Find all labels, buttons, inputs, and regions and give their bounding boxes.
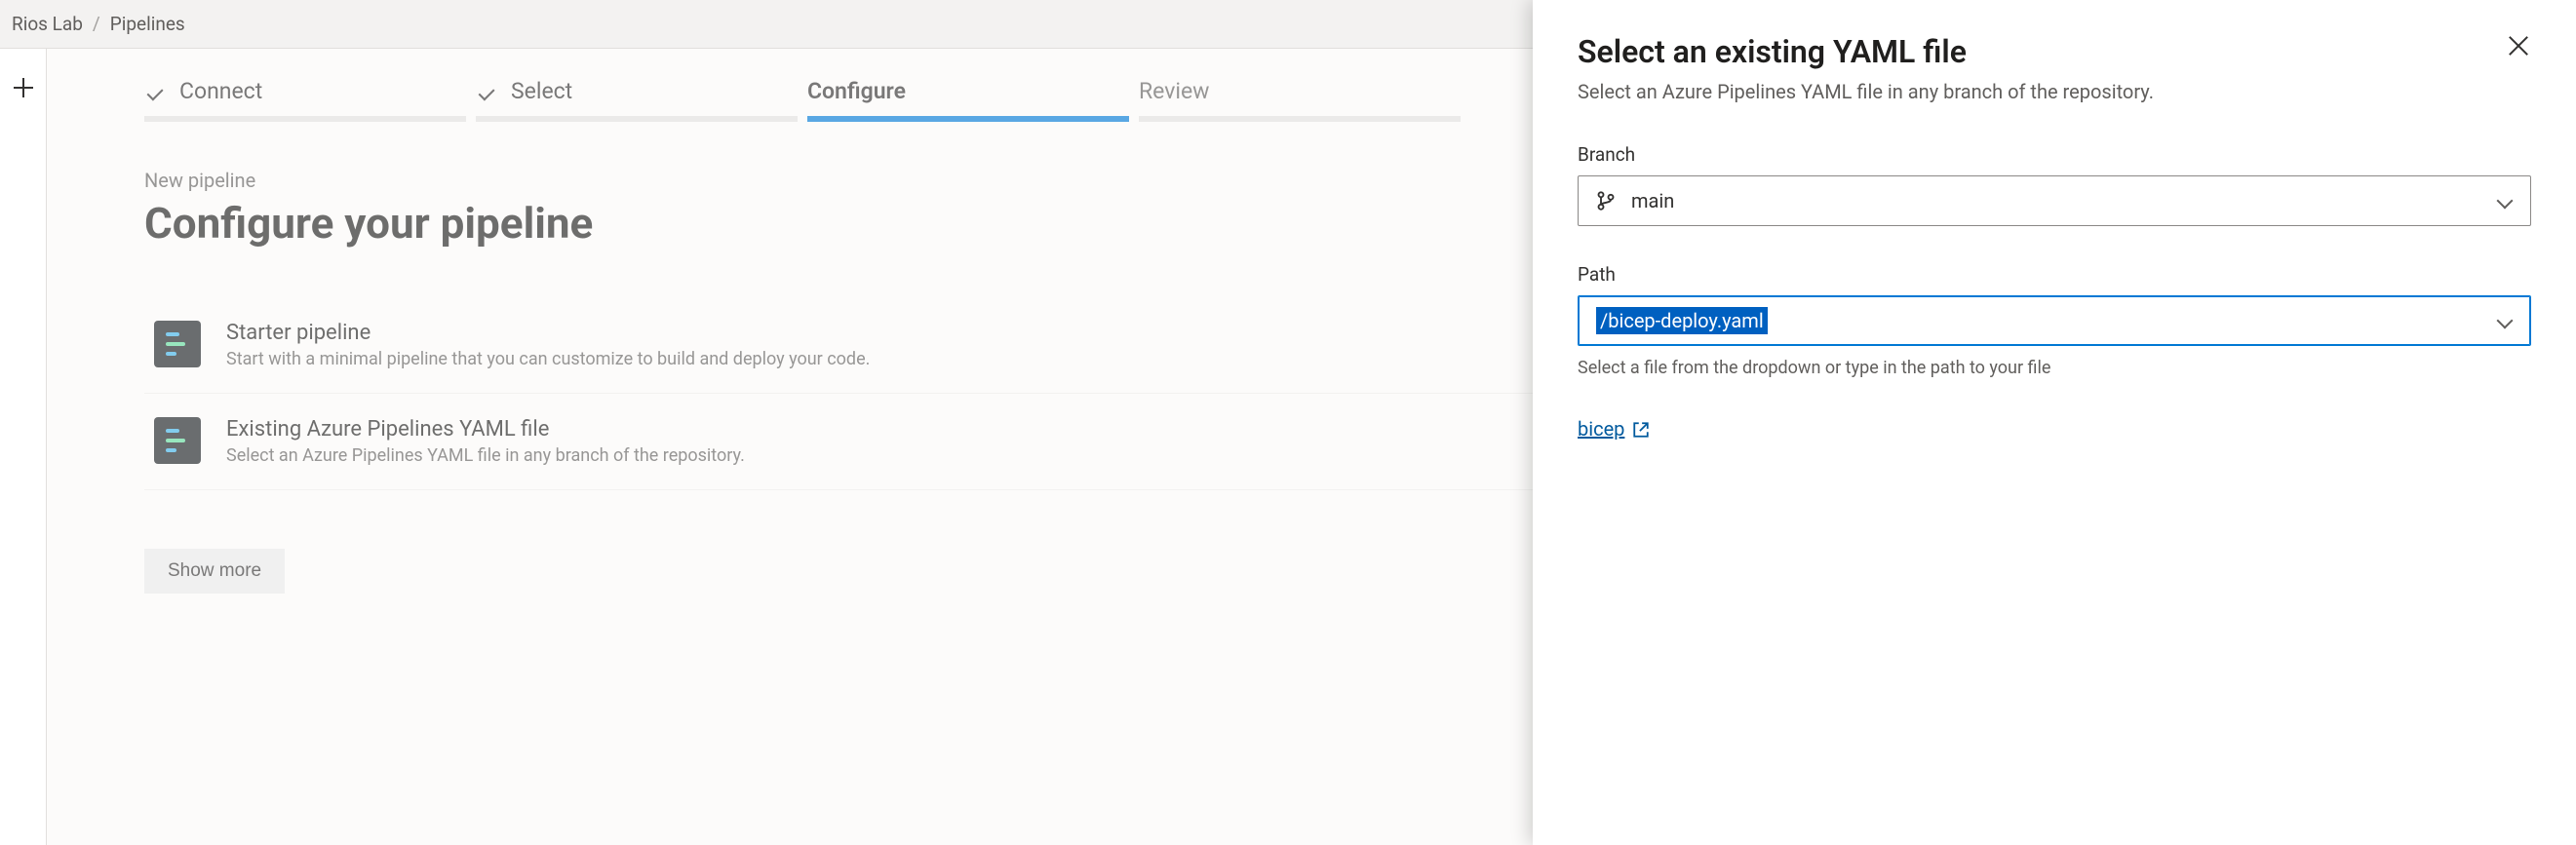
branch-dropdown[interactable]: main [1578, 175, 2531, 226]
check-icon [476, 81, 497, 102]
panel-subtitle: Select an Azure Pipelines YAML file in a… [1578, 78, 2319, 106]
repo-link[interactable]: bicep [1578, 417, 1650, 441]
step-label: Review [1139, 78, 1209, 104]
option-description: Select an Azure Pipelines YAML file in a… [226, 445, 745, 466]
path-label: Path [1578, 263, 2531, 286]
option-description: Start with a minimal pipeline that you c… [226, 349, 870, 369]
step-connect[interactable]: Connect [144, 78, 466, 122]
repo-link-label: bicep [1578, 417, 1624, 441]
new-pipeline-icon[interactable] [14, 78, 33, 97]
check-icon [144, 81, 166, 102]
step-review: Review [1139, 78, 1461, 122]
option-title: Existing Azure Pipelines YAML file [226, 417, 745, 442]
show-more-button[interactable]: Show more [144, 549, 285, 594]
path-dropdown[interactable]: /bicep-deploy.yaml [1578, 295, 2531, 346]
left-rail [0, 49, 47, 845]
path-helper-text: Select a file from the dropdown or type … [1578, 358, 2531, 378]
step-select[interactable]: Select [476, 78, 798, 122]
chevron-down-icon [2497, 193, 2513, 209]
breadcrumb-project[interactable]: Rios Lab [2, 13, 93, 35]
breadcrumb-section[interactable]: Pipelines [100, 13, 195, 35]
step-label: Configure [807, 78, 906, 104]
panel-title: Select an existing YAML file [1578, 33, 2531, 70]
branch-label: Branch [1578, 143, 2531, 166]
chevron-down-icon [2497, 313, 2513, 328]
external-link-icon [1632, 420, 1650, 438]
close-icon[interactable] [2506, 33, 2531, 58]
breadcrumb-separator: / [93, 13, 100, 35]
branch-value: main [1631, 189, 1674, 212]
branch-icon [1596, 191, 1616, 211]
option-title: Starter pipeline [226, 321, 870, 345]
step-configure[interactable]: Configure [807, 78, 1129, 122]
path-value: /bicep-deploy.yaml [1596, 307, 1768, 334]
step-label: Connect [179, 78, 262, 104]
yaml-icon [154, 321, 201, 367]
select-yaml-panel: Select an existing YAML file Select an A… [1533, 0, 2576, 845]
yaml-icon [154, 417, 201, 464]
step-label: Select [511, 78, 572, 104]
